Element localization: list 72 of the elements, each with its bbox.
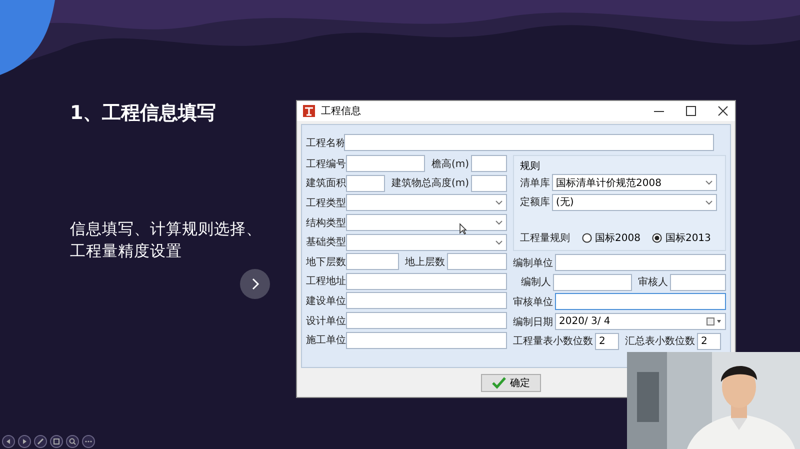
input-field[interactable] [447, 253, 507, 270]
field-label: 工程类型 [306, 196, 344, 210]
input-field[interactable] [555, 293, 726, 310]
field-label: 基础类型 [306, 236, 344, 250]
field-label: 建筑面积 [306, 176, 344, 190]
caret-icon [705, 200, 713, 205]
next-slide-button[interactable] [240, 269, 270, 299]
field-label: 审核单位 [513, 296, 553, 309]
input-field[interactable] [346, 292, 507, 310]
field-label: 汇总表小数位数 [625, 334, 695, 348]
field-label: 清单库 [520, 176, 550, 190]
caret-icon [495, 240, 503, 245]
input-field[interactable] [346, 312, 507, 330]
field-label: 建筑物总高度(m) [391, 176, 469, 190]
next-icon[interactable] [18, 435, 31, 448]
input-field[interactable]: 2 [595, 332, 619, 350]
pen-icon[interactable] [34, 435, 47, 448]
input-field[interactable] [346, 332, 507, 349]
dropdown[interactable] [346, 214, 507, 232]
field-label: 工程地址 [306, 274, 344, 288]
caret-icon [705, 180, 713, 186]
input-field[interactable] [555, 254, 726, 272]
field-label: 结构类型 [306, 216, 344, 230]
field-label: 编制单位 [513, 256, 553, 270]
field-label: 施工单位 [306, 334, 344, 348]
input-field[interactable] [670, 274, 726, 291]
maximize-icon[interactable] [685, 105, 697, 117]
dropdown[interactable] [346, 194, 507, 212]
radio-option[interactable]: 国标2008 [582, 231, 640, 246]
zoom-icon[interactable] [66, 435, 79, 448]
close-icon[interactable] [717, 105, 729, 117]
input-field[interactable] [346, 272, 507, 290]
prev-icon[interactable] [2, 435, 15, 448]
dropdown[interactable]: 国标清单计价规范2008 [552, 174, 717, 192]
slide-text: 信息填写、计算规则选择、工程量精度设置 [70, 219, 263, 262]
field-label: 地上层数 [405, 256, 445, 269]
field-label: 审核人 [638, 276, 668, 290]
input-field[interactable] [346, 155, 426, 172]
input-field[interactable] [346, 253, 399, 270]
caret-icon [495, 220, 503, 226]
mouse-cursor-icon [459, 223, 467, 235]
slide-title: 1、工程信息填写 [70, 101, 218, 126]
window-title: 工程信息 [321, 104, 361, 118]
field-label: 地下层数 [306, 256, 344, 269]
checkmark-icon [492, 376, 506, 388]
ok-button[interactable]: 确定 [481, 374, 541, 392]
date-field[interactable]: 2020/ 3/ 4 [555, 313, 726, 330]
field-label: 编制日期 [513, 316, 553, 329]
more-icon[interactable] [82, 435, 95, 448]
dropdown[interactable]: (无) [552, 194, 717, 211]
field-label: 编制人 [520, 276, 551, 290]
calendar-icon [706, 317, 722, 326]
group-title: 规则 [520, 160, 541, 173]
radio-option[interactable]: 国标2013 [652, 231, 711, 246]
chevron-right-icon [250, 278, 260, 290]
input-field[interactable] [346, 174, 386, 192]
dropdown[interactable] [346, 234, 507, 251]
field-label: 檐高(m) [431, 158, 469, 171]
screen-icon[interactable] [50, 435, 63, 448]
field-label: 定额库 [520, 196, 550, 210]
field-label: 工程编号 [306, 158, 344, 171]
input-field[interactable] [471, 174, 507, 192]
input-field[interactable] [344, 134, 714, 151]
input-field[interactable]: 2 [697, 332, 721, 350]
input-field[interactable] [553, 274, 632, 291]
input-field[interactable] [471, 155, 507, 172]
caret-icon [495, 200, 503, 206]
field-label: 建设单位 [306, 294, 344, 308]
app-icon [303, 105, 315, 117]
field-label: 工程量规则 [520, 232, 570, 246]
field-label: 设计单位 [306, 314, 344, 328]
field-label: 工程量表小数位数 [513, 334, 593, 348]
